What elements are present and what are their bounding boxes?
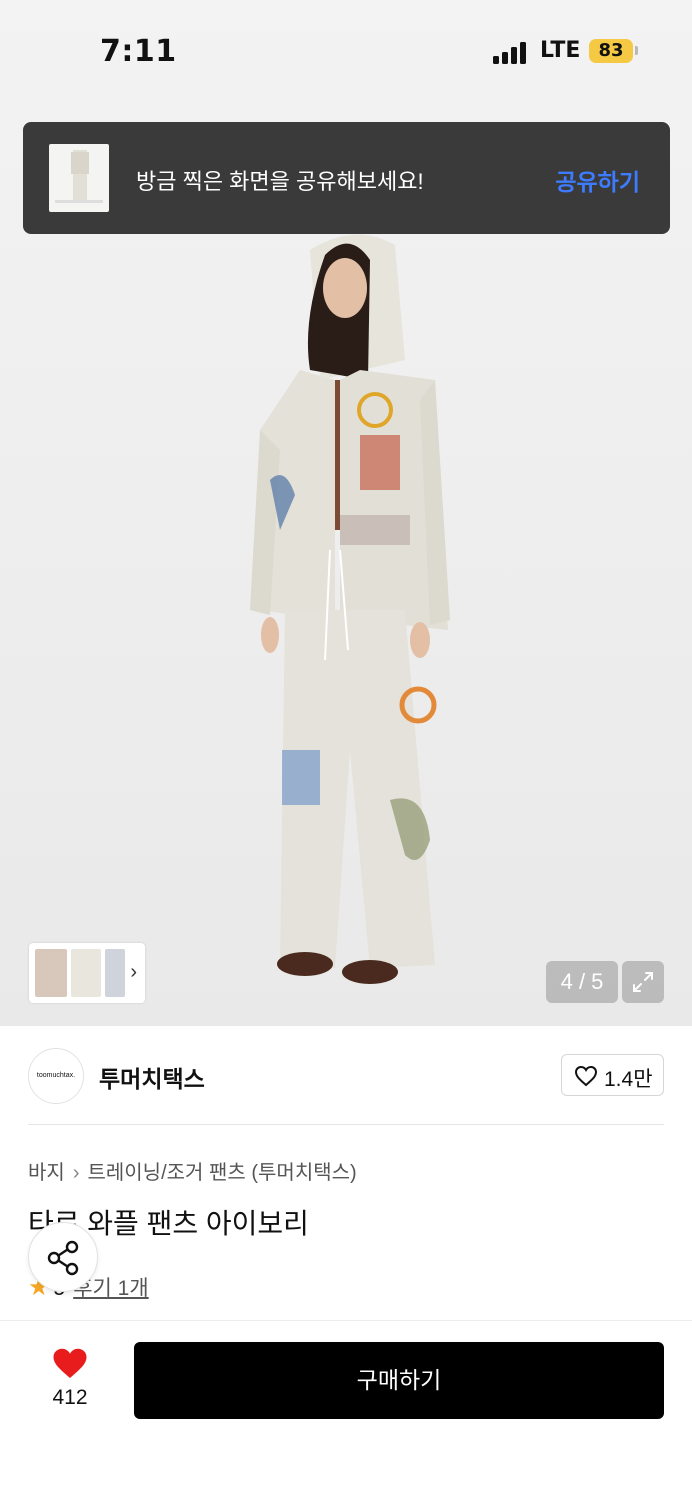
heart-outline-icon — [574, 1065, 598, 1087]
share-icon — [47, 1240, 79, 1276]
brand-like-count: 1.4만 — [604, 1068, 653, 1091]
product-photo — [250, 234, 450, 984]
toast-message: 방금 찍은 화면을 공유해보세요! — [136, 169, 424, 194]
breadcrumb: 바지 › 트레이닝/조거 팬츠 (투머치택스) — [28, 1156, 357, 1185]
bottom-bar-divider — [0, 1320, 692, 1321]
image-counter: 4 / 5 — [546, 961, 618, 1003]
share-toast: 방금 찍은 화면을 공유해보세요! 공유하기 — [23, 122, 670, 234]
thumbnail[interactable] — [105, 949, 125, 997]
chevron-right-icon: › — [72, 1162, 80, 1184]
gallery-thumbnail-strip[interactable]: › — [29, 943, 145, 1003]
breadcrumb-item[interactable]: 바지 — [28, 1162, 65, 1184]
chevron-right-icon[interactable]: › — [130, 961, 137, 984]
brand-logo[interactable]: toomuchtax. — [28, 1048, 84, 1104]
expand-icon[interactable] — [622, 961, 664, 1003]
brand-name[interactable]: 투머치택스 — [99, 1060, 205, 1094]
network-label: LTE — [540, 38, 581, 63]
battery-tip — [635, 46, 638, 55]
thumbnail[interactable] — [71, 949, 101, 997]
buy-button[interactable]: 구매하기 — [134, 1342, 664, 1419]
status-time: 7:11 — [100, 34, 177, 69]
product-page: › 4 / 5 7:11 LTE 83 방금 찍은 화면을 공유해보세요! 공유… — [0, 0, 692, 1500]
share-now-button[interactable]: 공유하기 — [555, 163, 640, 197]
thumbnail[interactable] — [35, 949, 67, 997]
divider — [28, 1124, 664, 1125]
share-button[interactable] — [28, 1222, 98, 1292]
screenshot-thumbnail[interactable] — [49, 144, 109, 212]
wish-count: 412 — [52, 1386, 88, 1409]
brand-like-button[interactable]: 1.4만 — [561, 1054, 664, 1096]
battery-icon: 83 — [589, 39, 633, 63]
status-bar: 7:11 LTE 83 — [0, 0, 692, 104]
breadcrumb-item[interactable]: 트레이닝/조거 팬츠 (투머치택스) — [87, 1162, 356, 1184]
heart-filled-icon[interactable] — [52, 1346, 88, 1380]
signal-icon — [493, 40, 529, 64]
